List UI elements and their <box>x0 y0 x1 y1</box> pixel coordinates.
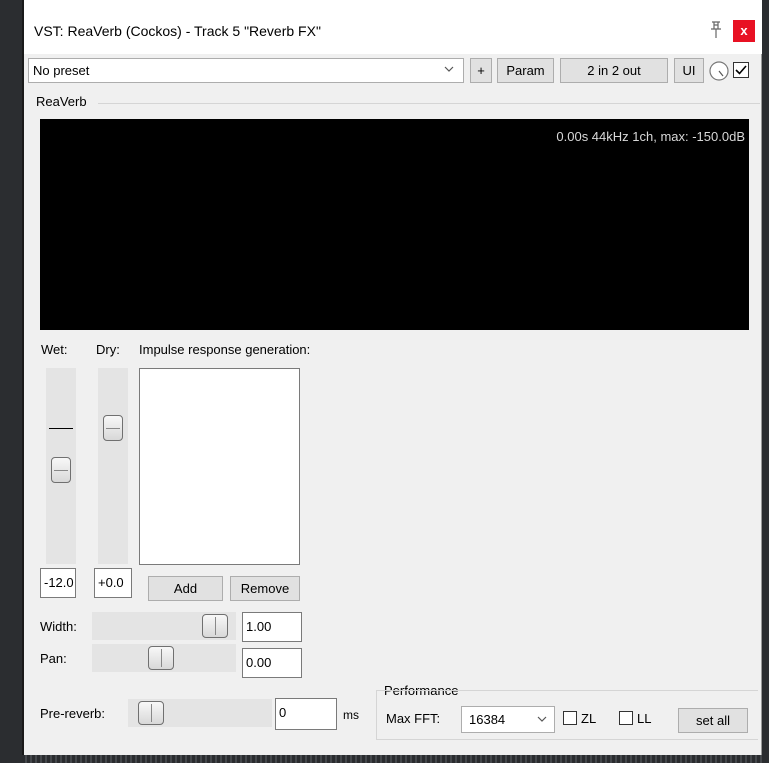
max-fft-label: Max FFT: <box>386 711 441 726</box>
width-value-field[interactable]: 1.00 <box>242 612 302 642</box>
pan-slider-thumb[interactable] <box>148 646 174 670</box>
zl-checkbox[interactable] <box>563 711 577 725</box>
wet-slider-thumb[interactable] <box>51 457 71 483</box>
pan-label: Pan: <box>40 651 67 666</box>
preset-value: No preset <box>33 63 90 78</box>
width-thumb-grip <box>215 617 216 635</box>
wet-value-field[interactable]: -12.0 <box>40 568 76 598</box>
max-fft-dropdown[interactable]: 16384 <box>461 706 555 733</box>
set-all-button[interactable]: set all <box>678 708 748 733</box>
host-bottom-strip <box>22 755 762 763</box>
impulse-label: Impulse response generation: <box>139 342 311 357</box>
chevron-down-icon <box>443 63 455 78</box>
pan-thumb-grip <box>161 649 162 667</box>
prereverb-slider[interactable] <box>128 699 272 727</box>
window-title: VST: ReaVerb (Cockos) - Track 5 "Reverb … <box>34 23 321 39</box>
io-button[interactable]: 2 in 2 out <box>560 58 668 83</box>
chevron-down-icon <box>536 713 548 728</box>
zl-label: ZL <box>581 711 597 726</box>
ll-label: LL <box>637 711 652 726</box>
reaverb-group-divider <box>98 103 760 104</box>
ll-checkbox[interactable] <box>619 711 633 725</box>
title-bar[interactable]: VST: ReaVerb (Cockos) - Track 5 "Reverb … <box>24 0 762 54</box>
prereverb-slider-thumb[interactable] <box>138 701 164 725</box>
dry-value-field[interactable]: +0.0 <box>94 568 132 598</box>
remove-button[interactable]: Remove <box>230 576 300 601</box>
dry-label: Dry: <box>96 342 120 357</box>
plugin-window: VST: ReaVerb (Cockos) - Track 5 "Reverb … <box>22 0 762 763</box>
param-button[interactable]: Param <box>497 58 554 83</box>
ir-display-info: 0.00s 44kHz 1ch, max: -150.0dB <box>556 129 745 144</box>
width-slider-thumb[interactable] <box>202 614 228 638</box>
wet-slider[interactable] <box>46 368 76 564</box>
dry-slider[interactable] <box>98 368 128 564</box>
host-background-left <box>0 0 22 763</box>
prereverb-unit: ms <box>343 708 359 722</box>
width-label: Width: <box>40 619 77 634</box>
reaverb-group-label: ReaVerb <box>36 94 87 109</box>
impulse-list[interactable] <box>139 368 300 565</box>
add-button[interactable]: Add <box>148 576 223 601</box>
prereverb-label: Pre-reverb: <box>40 706 106 721</box>
width-slider[interactable] <box>92 612 236 640</box>
dry-slider-thumb[interactable] <box>103 415 123 441</box>
dry-thumb-grip <box>106 428 120 429</box>
ir-display: 0.00s 44kHz 1ch, max: -150.0dB <box>40 119 749 330</box>
pan-value-field[interactable]: 0.00 <box>242 648 302 678</box>
bypass-checkbox[interactable] <box>733 62 749 78</box>
prereverb-value-field[interactable]: 0 <box>275 698 337 730</box>
prereverb-thumb-grip <box>151 704 152 722</box>
max-fft-value: 16384 <box>469 712 506 727</box>
wet-label: Wet: <box>41 342 68 357</box>
preset-dropdown[interactable]: No preset <box>28 58 464 83</box>
pan-slider[interactable] <box>92 644 236 672</box>
add-preset-button[interactable]: + <box>470 58 492 83</box>
wet-zero-mark <box>49 428 73 429</box>
close-button[interactable]: x <box>733 20 755 42</box>
wet-knob-icon[interactable] <box>708 60 730 82</box>
wet-thumb-grip <box>54 470 68 471</box>
host-background-right <box>762 0 769 763</box>
ui-button[interactable]: UI <box>674 58 704 83</box>
pin-icon[interactable] <box>705 19 727 41</box>
